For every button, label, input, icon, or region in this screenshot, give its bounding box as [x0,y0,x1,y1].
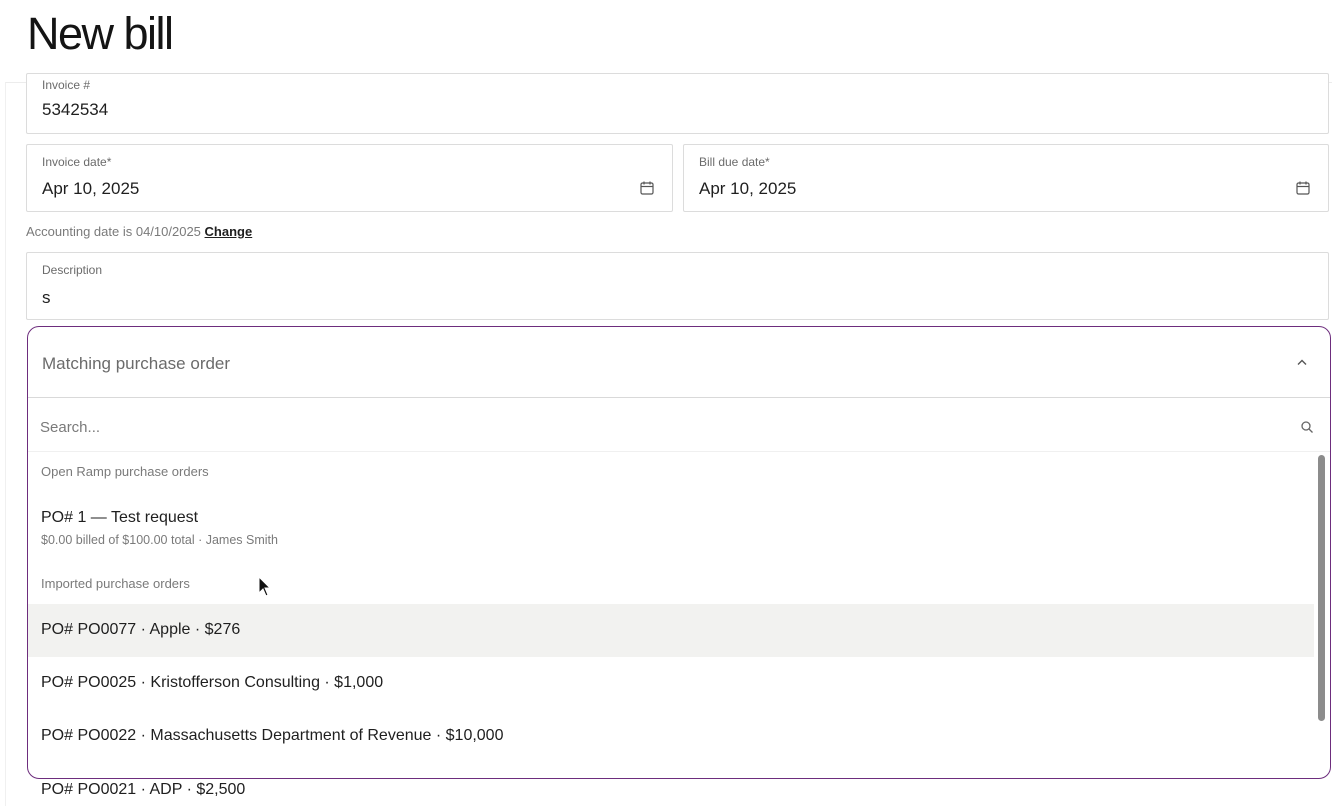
open-ramp-po-group-label: Open Ramp purchase orders [41,464,209,479]
calendar-icon[interactable] [639,180,655,196]
dropdown-scrollbar[interactable] [1318,455,1325,721]
po-search-row [28,402,1330,452]
chevron-up-icon[interactable] [1296,358,1308,366]
matching-purchase-order-dropdown: Matching purchase order Open Ramp purcha… [27,326,1331,779]
page-title: New bill [27,8,174,59]
invoice-date-field[interactable]: Invoice date* Apr 10, 2025 [26,144,673,212]
po-item-subtitle: $0.00 billed of $100.00 total · James Sm… [41,533,278,547]
po-search-input[interactable] [40,412,1280,442]
accounting-date-text: Accounting date is 04/10/2025 [26,224,201,239]
description-label: Description [42,263,103,277]
po-item-title: PO# PO0022 · Massachusetts Department of… [41,727,504,744]
invoice-number-field[interactable]: Invoice # 5342534 [26,73,1329,134]
invoice-number-label: Invoice # [42,78,91,92]
accounting-date-note: Accounting date is 04/10/2025 Change [26,224,252,239]
bill-due-date-field[interactable]: Bill due date* Apr 10, 2025 [683,144,1329,212]
bill-due-date-label: Bill due date* [699,155,770,169]
list-item[interactable]: PO# PO0021 · ADP · $2,500 [41,781,245,799]
calendar-icon[interactable] [1295,180,1311,196]
imported-po-group-label: Imported purchase orders [41,576,190,591]
description-field[interactable]: Description s [26,252,1329,320]
po-item-title: PO# PO0025 · Kristofferson Consulting · … [41,674,384,691]
invoice-number-value[interactable]: 5342534 [42,100,108,120]
list-item[interactable]: PO# PO0077 · Apple · $276 [28,604,1314,657]
bill-due-date-value[interactable]: Apr 10, 2025 [699,179,796,199]
invoice-date-label: Invoice date* [42,155,112,169]
po-item-title: PO# PO0077 · Apple · $276 [41,621,241,638]
description-value[interactable]: s [42,288,51,308]
list-item[interactable]: PO# PO0025 · Kristofferson Consulting · … [28,657,1314,710]
matching-po-select[interactable]: Matching purchase order [28,327,1330,398]
list-item[interactable]: PO# 1 — Test request $0.00 billed of $10… [28,493,1314,553]
po-item-title: PO# 1 — Test request [41,509,199,526]
list-item[interactable]: PO# PO0022 · Massachusetts Department of… [28,710,1314,763]
mouse-pointer-icon [258,576,272,597]
change-accounting-date-link[interactable]: Change [205,224,253,239]
search-icon [1301,421,1313,433]
matching-po-label: Matching purchase order [42,354,231,373]
invoice-date-value[interactable]: Apr 10, 2025 [42,179,139,199]
